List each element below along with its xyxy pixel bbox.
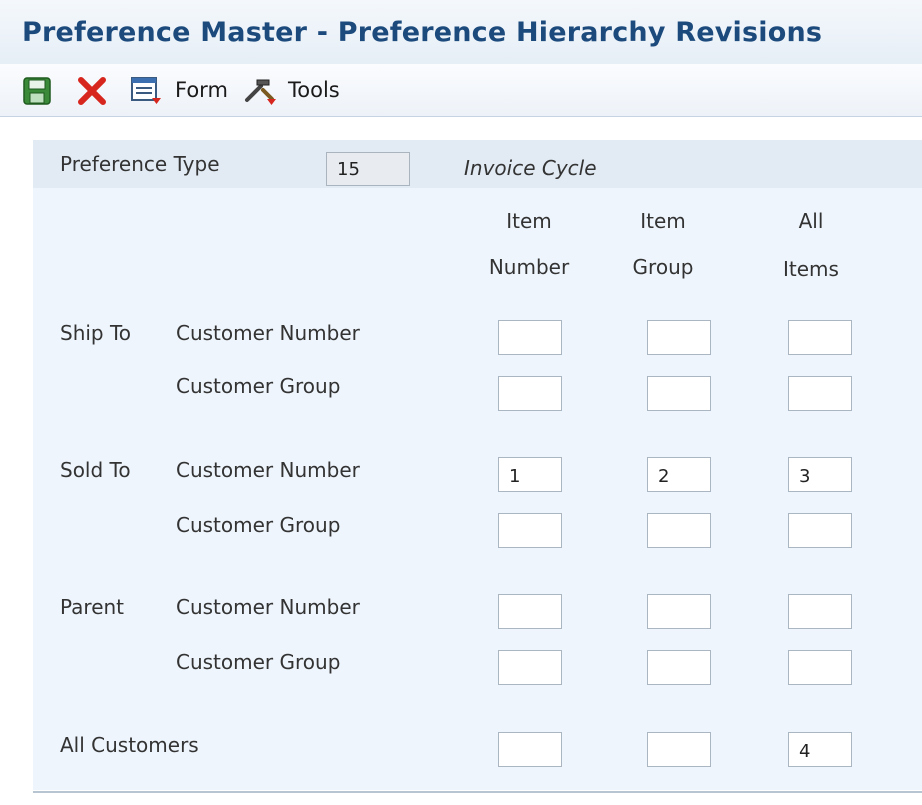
column-header-line1: Item	[506, 209, 552, 233]
column-header-all-items: All Items	[766, 198, 856, 292]
bottom-divider	[33, 791, 922, 793]
parent-customer-number-item-number-input[interactable]	[498, 594, 562, 629]
ship-to-customer-number-item-number-input[interactable]	[498, 320, 562, 355]
title-bar: Preference Master - Preference Hierarchy…	[0, 0, 922, 64]
ship-to-customer-number-item-group-input[interactable]	[647, 320, 711, 355]
sold-to-customer-group-item-number-input[interactable]	[498, 513, 562, 548]
all-customers-item-group-input[interactable]	[647, 732, 711, 767]
row-label-customer-number: Customer Number	[176, 321, 360, 345]
group-label-all-customers: All Customers	[60, 733, 199, 757]
cancel-button[interactable]	[76, 75, 108, 107]
tools-menu-label: Tools	[288, 78, 340, 102]
preference-type-description: Invoice Cycle	[464, 156, 597, 180]
form-menu-label: Form	[175, 78, 228, 102]
row-label-customer-number: Customer Number	[176, 458, 360, 482]
ship-to-customer-number-all-items-input[interactable]	[788, 320, 852, 355]
column-header-item-group: Item Group	[618, 198, 708, 290]
column-header-line2: Items	[783, 257, 839, 281]
sold-to-customer-group-all-items-input[interactable]	[788, 513, 852, 548]
sold-to-customer-group-item-group-input[interactable]	[647, 513, 711, 548]
column-header-line1: Item	[640, 209, 686, 233]
column-header-line2: Group	[632, 255, 694, 279]
group-label-sold-to: Sold To	[60, 458, 131, 482]
row-label-customer-group: Customer Group	[176, 650, 341, 674]
form-icon	[131, 77, 161, 104]
sold-to-customer-number-all-items-input[interactable]	[788, 457, 852, 492]
close-icon	[78, 77, 106, 105]
row-label-customer-group: Customer Group	[176, 513, 341, 537]
parent-customer-number-item-group-input[interactable]	[647, 594, 711, 629]
group-label-ship-to: Ship To	[60, 321, 132, 345]
parent-customer-number-all-items-input[interactable]	[788, 594, 852, 629]
toolbar: Form Tools	[0, 64, 922, 117]
ship-to-customer-group-item-number-input[interactable]	[498, 376, 562, 411]
all-customers-all-items-input[interactable]	[788, 732, 852, 767]
sold-to-customer-number-item-number-input[interactable]	[498, 457, 562, 492]
page-title: Preference Master - Preference Hierarchy…	[22, 17, 823, 48]
row-label-customer-number: Customer Number	[176, 595, 360, 619]
sold-to-customer-number-item-group-input[interactable]	[647, 457, 711, 492]
save-button[interactable]	[22, 76, 52, 106]
preference-type-field: 15	[326, 152, 410, 186]
column-header-line1: All	[798, 209, 824, 233]
parent-customer-group-all-items-input[interactable]	[788, 650, 852, 685]
tools-icon	[245, 79, 276, 105]
all-customers-item-number-input[interactable]	[498, 732, 562, 767]
parent-customer-group-item-number-input[interactable]	[498, 650, 562, 685]
tools-menu[interactable]: Tools	[243, 74, 353, 108]
parent-customer-group-item-group-input[interactable]	[647, 650, 711, 685]
form-menu[interactable]: Form	[130, 74, 230, 108]
preference-type-label: Preference Type	[60, 152, 220, 176]
floppy-disk-icon	[23, 77, 51, 105]
ship-to-customer-group-all-items-input[interactable]	[788, 376, 852, 411]
column-header-item-number: Item Number	[484, 198, 574, 290]
column-header-line2: Number	[488, 255, 570, 279]
ship-to-customer-group-item-group-input[interactable]	[647, 376, 711, 411]
group-label-parent: Parent	[60, 595, 125, 619]
row-label-customer-group: Customer Group	[176, 374, 341, 398]
